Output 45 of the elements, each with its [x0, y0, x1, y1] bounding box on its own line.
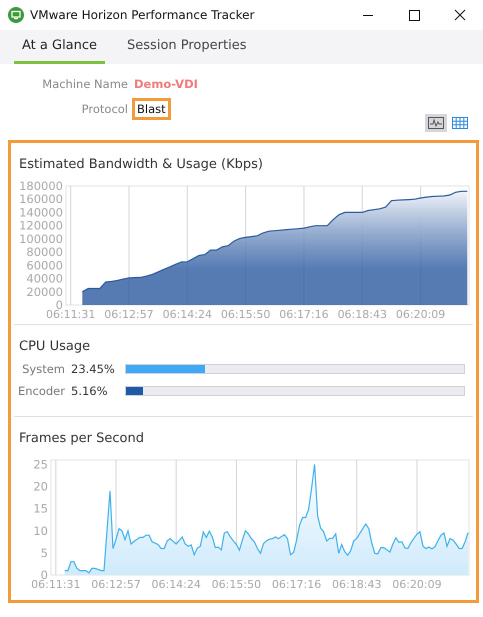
x-tick-label: 06:17:16: [272, 578, 322, 590]
meter-reading: 5.16%: [71, 384, 109, 398]
x-tick-label: 06:12:57: [104, 308, 154, 320]
meter-label: System: [22, 362, 65, 376]
meter-label: Encoder: [18, 384, 65, 398]
y-tick-label: 15: [33, 502, 48, 516]
x-tick-label: 06:12:57: [91, 578, 141, 590]
grid-icon: [452, 117, 468, 129]
x-tick-label: 06:18:43: [332, 578, 382, 590]
tab[interactable]: At a Glance: [14, 30, 106, 64]
field-value: Blast: [132, 98, 171, 120]
x-tick-label: 06:14:24: [151, 578, 201, 590]
y-tick-label: 25: [33, 457, 48, 472]
field-label: Protocol: [82, 102, 128, 116]
view-toggle[interactable]: [449, 114, 471, 132]
meter-reading: 23.45%: [71, 362, 116, 376]
x-tick-label: 06:15:50: [220, 308, 270, 320]
x-tick-label: 06:14:24: [162, 308, 212, 320]
y-tick-label: 80000: [26, 245, 63, 260]
window-title: VMware Horizon Performance Tracker: [30, 8, 256, 22]
x-tick-label: 06:17:16: [279, 308, 329, 320]
y-tick-label: 140000: [19, 205, 63, 220]
field-label: Machine Name: [42, 77, 128, 91]
x-tick-label: 06:20:09: [396, 308, 446, 320]
section-title: CPU Usage: [19, 338, 92, 356]
view-toggle[interactable]: [425, 114, 447, 132]
section-title: Estimated Bandwidth & Usage (Kbps): [19, 156, 264, 174]
y-tick-label: 180000: [19, 180, 63, 193]
y-tick-label: 10: [33, 524, 48, 538]
section-title: Frames per Second: [19, 430, 145, 448]
x-tick-label: 06:18:43: [338, 308, 387, 320]
x-tick-label: 06:20:09: [392, 578, 442, 590]
field-value: Demo-VDI: [133, 76, 199, 92]
y-tick-label: 20: [33, 480, 48, 494]
y-tick-label: 40000: [26, 272, 63, 286]
y-tick-label: 160000: [19, 192, 63, 206]
y-tick-label: 5: [40, 546, 48, 560]
app-icon: [8, 7, 24, 23]
y-tick-label: 120000: [19, 218, 63, 233]
y-tick-label: 60000: [26, 258, 63, 272]
y-tick-label: 100000: [19, 232, 63, 246]
chart-icon: [428, 117, 444, 129]
y-tick-label: 20000: [26, 284, 63, 299]
x-tick-label: 06:15:50: [212, 578, 262, 590]
tab[interactable]: Session Properties: [119, 30, 254, 64]
